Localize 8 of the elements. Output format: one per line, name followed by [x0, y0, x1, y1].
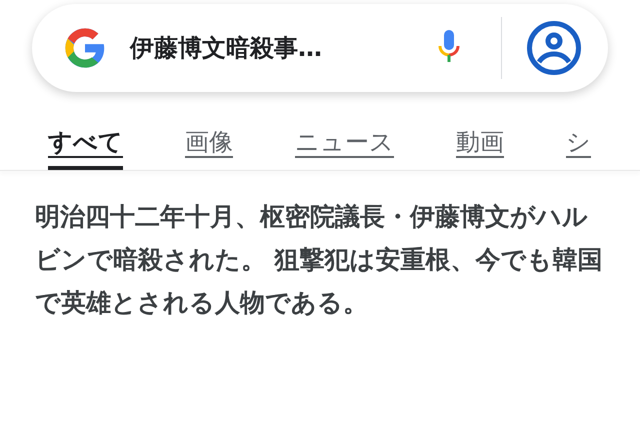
result-text: 明治四十二年十月、枢密院議長・伊藤博文がハルビンで暗殺された。 狙撃犯は安重根、今でも韓国で英雄とされる人物である。	[35, 201, 604, 319]
search-tab[interactable]: シ	[566, 126, 591, 166]
search-query[interactable]: 伊藤博文暗殺事…	[130, 32, 437, 64]
search-tab[interactable]: 動画	[456, 126, 504, 166]
search-tab[interactable]: ニュース	[295, 126, 394, 166]
account-icon[interactable]	[526, 20, 582, 76]
search-tab[interactable]: 画像	[185, 126, 233, 166]
search-bar[interactable]: 伊藤博文暗殺事…	[32, 4, 608, 92]
